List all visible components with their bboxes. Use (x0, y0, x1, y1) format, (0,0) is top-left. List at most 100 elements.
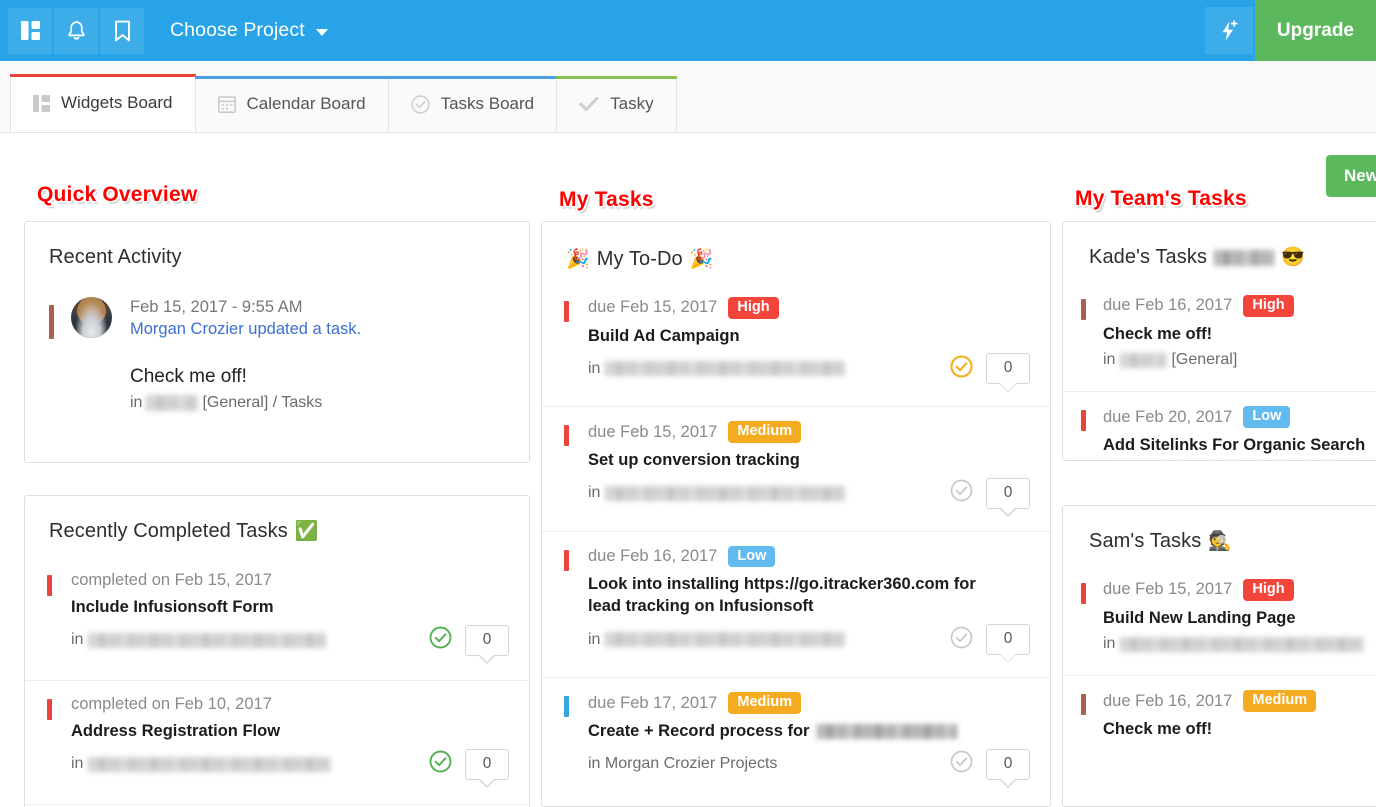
priority-badge: Medium (1243, 690, 1317, 712)
table-row[interactable]: due Feb 16, 2017 Low Look into installin… (542, 530, 1050, 669)
comment-count[interactable]: 0 (986, 748, 1030, 788)
table-row[interactable]: due Feb 16, 2017 High Check me off! in [… (1063, 281, 1376, 383)
bookmark-icon[interactable] (100, 7, 144, 54)
priority-badge: Medium (728, 421, 802, 443)
table-row[interactable]: due Feb 15, 2017 High Build Ad Campaign … (542, 283, 1050, 398)
card-sams-tasks: Sam's Tasks 🕵️ due Feb 15, 2017 High Bui… (1062, 505, 1376, 807)
activity-timestamp: Feb 15, 2017 - 9:55 AM (130, 298, 303, 316)
detective-emoji: 🕵️ (1208, 531, 1233, 552)
task-title: Include Infusionsoft Form (71, 598, 274, 616)
task-actions: 0 (950, 748, 1030, 788)
redacted-card-title-part (1214, 249, 1275, 266)
task-title: Build Ad Campaign (588, 326, 740, 345)
calendar-icon (217, 95, 236, 113)
activity-item[interactable]: Feb 15, 2017 - 9:55 AM Morgan Crozier up… (25, 269, 529, 438)
task-context: in (588, 631, 846, 649)
tab-label: Tasky (610, 94, 654, 113)
task-footer: in 0 (588, 477, 1030, 517)
table-row[interactable]: due Feb 20, 2017 Low Add Sitelinks For O… (1063, 391, 1376, 460)
board-tab-bar: Widgets Board Calendar Board Tasks Board… (0, 61, 1376, 133)
card-kades-tasks: Kade's Tasks 😎 due Feb 16, 2017 High Che… (1062, 221, 1376, 461)
redacted-project-name (605, 485, 846, 501)
task-context: in (588, 360, 846, 378)
check-circle-icon[interactable] (950, 355, 973, 383)
avatar (71, 297, 112, 338)
redacted-project-name (1120, 352, 1167, 368)
task-meta: due Feb 16, 2017 Medium (1103, 690, 1376, 712)
topbar-icon-group (8, 7, 144, 54)
task-date: due Feb 16, 2017 (1103, 296, 1233, 315)
task-accent-bar (564, 549, 569, 571)
table-row[interactable]: due Feb 16, 2017 Medium Check me off! (1063, 675, 1376, 760)
task-actions: 0 (429, 624, 509, 664)
task-accent-bar (1081, 583, 1086, 604)
task-title: Set up conversion tracking (588, 450, 800, 469)
comment-count[interactable]: 0 (465, 748, 509, 788)
check-circle-icon[interactable] (950, 750, 973, 778)
task-context: in [General] (1103, 351, 1238, 369)
upgrade-button[interactable]: Upgrade (1254, 0, 1376, 61)
widgets-grid-icon (33, 94, 50, 112)
column-heading-quick-overview: Quick Overview (37, 183, 198, 206)
project-selector-label: Choose Project (170, 19, 305, 41)
table-row[interactable]: completed on Feb 10, 2017 Address Regist… (25, 679, 529, 794)
widgets-board: New Widget Quick Overview Recent Activit… (0, 133, 1376, 807)
activity-task-title: Check me off! (130, 366, 247, 387)
task-date: completed on Feb 10, 2017 (71, 694, 272, 713)
comment-count[interactable]: 0 (986, 477, 1030, 517)
task-accent-bar (564, 696, 569, 718)
comment-count[interactable]: 0 (465, 624, 509, 664)
task-context: in Morgan Crozier Projects (588, 755, 778, 773)
table-row[interactable]: due Feb 17, 2017 Medium Create + Record … (542, 677, 1050, 793)
new-widget-button[interactable]: New Widget (1326, 155, 1376, 197)
tab-calendar-board[interactable]: Calendar Board (194, 76, 389, 132)
check-circle-icon[interactable] (429, 626, 452, 654)
priority-badge: High (1243, 579, 1294, 601)
table-row[interactable]: completed on Feb 15, 2017 Include Infusi… (25, 557, 529, 670)
task-meta: due Feb 15, 2017 High (1103, 579, 1376, 601)
task-date: due Feb 15, 2017 (588, 298, 718, 317)
card-recent-activity: Recent Activity Feb 15, 2017 - 9:55 AM M… (24, 221, 530, 463)
card-title: Sam's Tasks 🕵️ (1089, 530, 1233, 552)
task-title: Add Sitelinks For Organic Search (1103, 435, 1366, 454)
tab-tasky[interactable]: Tasky (556, 76, 678, 132)
task-actions: 0 (950, 624, 1030, 664)
card-title: Recent Activity (49, 246, 182, 268)
column-heading-team-tasks: My Team's Tasks (1075, 187, 1247, 210)
task-meta: completed on Feb 10, 2017 (71, 695, 509, 714)
task-accent-bar (1081, 410, 1086, 432)
task-meta: due Feb 16, 2017 High (1103, 295, 1376, 317)
check-circle-icon (410, 94, 430, 114)
task-context: in (1103, 635, 1376, 653)
bell-icon[interactable] (54, 7, 98, 54)
comment-count[interactable]: 0 (986, 353, 1030, 393)
task-actions: 0 (429, 748, 509, 788)
table-row[interactable]: due Feb 15, 2017 Medium Set up conversio… (542, 406, 1050, 522)
tab-widgets-board[interactable]: Widgets Board (10, 74, 196, 132)
dashboard-icon[interactable] (8, 7, 52, 54)
task-meta: due Feb 15, 2017 Medium (588, 421, 1030, 443)
check-circle-icon[interactable] (950, 626, 973, 654)
tab-label: Tasks Board (440, 94, 535, 113)
activity-actor-link[interactable]: Morgan Crozier updated a task. (130, 320, 361, 339)
checkmark-icon (579, 96, 599, 112)
table-row[interactable]: due Feb 15, 2017 High Build New Landing … (1063, 565, 1376, 667)
task-meta: completed on Feb 15, 2017 (71, 571, 509, 590)
task-context: in (71, 631, 327, 649)
redacted-project-name (605, 361, 846, 377)
lightning-plus-icon[interactable] (1204, 7, 1253, 54)
check-circle-icon[interactable] (950, 479, 973, 507)
task-date: due Feb 20, 2017 (1103, 407, 1233, 426)
tab-tasks-board[interactable]: Tasks Board (387, 76, 558, 132)
priority-badge: High (728, 297, 779, 319)
list-divider (25, 803, 529, 805)
task-footer: in 0 (71, 748, 509, 788)
priority-badge: Low (1243, 406, 1291, 428)
task-date: due Feb 16, 2017 (1103, 691, 1233, 710)
comment-count[interactable]: 0 (986, 624, 1030, 664)
tab-label: Calendar Board (246, 94, 366, 113)
card-recently-completed-tasks: Recently Completed Tasks ✅ completed on … (24, 495, 530, 807)
project-selector[interactable]: Choose Project (170, 19, 328, 42)
check-circle-icon[interactable] (429, 750, 452, 778)
task-date: due Feb 16, 2017 (588, 547, 718, 566)
